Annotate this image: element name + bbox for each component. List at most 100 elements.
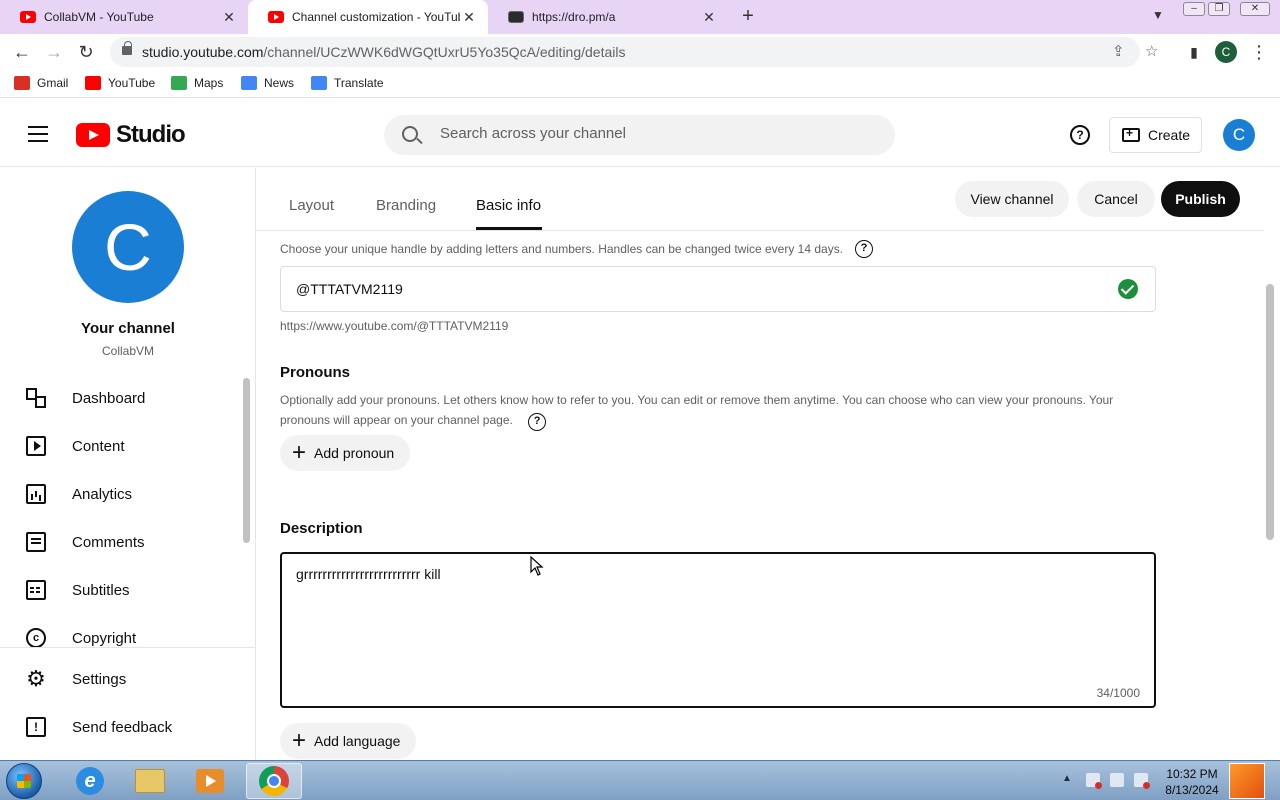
bookmark-maps[interactable]: Maps (171, 76, 223, 90)
tab-search-chevron-icon[interactable]: ▼ (1152, 8, 1164, 22)
minimize-window-button[interactable]: – (1183, 2, 1205, 16)
add-language-button[interactable]: + Add language (280, 723, 417, 759)
sidebar-item-copyright[interactable]: c Copyright (0, 616, 240, 660)
close-icon[interactable]: ✕ (700, 9, 718, 26)
mouse-pointer-icon (530, 556, 544, 576)
bookmark-youtube[interactable]: YouTube (85, 76, 155, 90)
search-input[interactable] (440, 125, 860, 142)
create-label: Create (1148, 127, 1191, 143)
share-icon[interactable]: ⇪ (1112, 42, 1125, 60)
help-circle-icon[interactable]: ? (855, 240, 874, 258)
action-center-flag-icon[interactable] (1086, 773, 1102, 789)
tab-basic-info[interactable]: Basic info (476, 197, 541, 214)
handle-input[interactable] (296, 281, 1076, 297)
help-icon[interactable]: ? (1070, 125, 1090, 145)
search-icon[interactable] (402, 126, 418, 142)
start-button[interactable] (6, 763, 42, 799)
bookmark-news[interactable]: News (241, 76, 294, 90)
handle-hint: Choose your unique handle by adding lett… (280, 240, 874, 258)
add-pronoun-button[interactable]: + Add pronoun (280, 435, 411, 471)
pronouns-title: Pronouns (280, 364, 350, 381)
show-desktop-button[interactable] (1229, 763, 1265, 799)
show-hidden-icons-chevron-icon[interactable]: ▲ (1062, 773, 1072, 784)
plus-icon: + (292, 439, 307, 466)
view-channel-button[interactable]: View channel (955, 181, 1069, 217)
close-icon[interactable]: ✕ (460, 9, 478, 26)
add-pronoun-label: Add pronoun (314, 445, 395, 461)
sidebar-scrollbar[interactable] (243, 378, 250, 543)
url-path: /channel/UCzWWK6dWGQtUxrU5Yo35QcA/editin… (263, 44, 626, 60)
create-button[interactable]: Create (1109, 117, 1202, 153)
tab-layout[interactable]: Layout (289, 197, 334, 214)
address-url: studio.youtube.com/channel/UCzWWK6dWGQtU… (142, 44, 625, 60)
logo-text: Studio (116, 121, 186, 148)
bookmark-gmail[interactable]: Gmail (14, 76, 68, 90)
taskbar-internet-explorer[interactable]: e (62, 763, 118, 799)
create-video-icon (1122, 126, 1140, 142)
reload-icon[interactable]: ↻ (74, 40, 98, 64)
check-circle-icon (1118, 279, 1138, 299)
sidebar-item-label: Copyright (72, 629, 137, 647)
sidebar: C Your channel CollabVM Dashboard Conten… (0, 168, 256, 760)
bookmark-star-icon[interactable]: ☆ (1145, 42, 1158, 60)
side-panel-icon[interactable]: ▮ (1182, 40, 1206, 64)
tab-title: CollabVM - YouTube (44, 10, 154, 24)
volume-muted-icon[interactable] (1134, 773, 1150, 789)
sidebar-item-label: Settings (72, 670, 127, 688)
profile-avatar[interactable]: C (1215, 41, 1237, 63)
tab-channel-customization[interactable]: Channel customization - YouTube Studio ✕ (248, 0, 488, 34)
tab-collabvm[interactable]: CollabVM - YouTube ✕ (0, 0, 248, 34)
restore-window-button[interactable]: ❐ (1208, 2, 1230, 16)
taskbar-media-player[interactable] (182, 763, 238, 799)
bookmark-label: Translate (334, 76, 384, 90)
account-avatar[interactable]: C (1223, 119, 1255, 151)
sidebar-item-send-feedback[interactable]: ! Send feedback (0, 705, 240, 749)
handle-hint-text: Choose your unique handle by adding lett… (280, 242, 844, 256)
sidebar-item-settings[interactable]: ⚙ Settings (0, 657, 240, 701)
hamburger-menu-icon[interactable] (28, 126, 48, 142)
active-tab-indicator (476, 227, 542, 230)
new-tab-button[interactable]: + (737, 5, 759, 28)
customization-tabs: Layout Branding Basic info View channel … (256, 168, 1264, 231)
taskbar-clock[interactable]: 10:32 PM 8/13/2024 (1150, 766, 1234, 798)
help-circle-icon[interactable]: ? (528, 413, 547, 431)
tab-branding[interactable]: Branding (376, 197, 436, 214)
menu-kebab-icon[interactable]: ⋮ (1247, 40, 1271, 64)
translate-icon (311, 76, 327, 90)
sidebar-item-content[interactable]: Content (0, 424, 240, 468)
bookmarks-bar: Gmail YouTube Maps News Translate (0, 70, 1280, 98)
lock-icon (122, 41, 132, 55)
copyright-icon: c (26, 628, 46, 648)
channel-search (384, 115, 895, 155)
sidebar-item-analytics[interactable]: Analytics (0, 472, 240, 516)
browser-tab-strip: CollabVM - YouTube ✕ Channel customizati… (0, 0, 1280, 34)
channel-avatar[interactable]: C (72, 191, 184, 303)
clock-date: 8/13/2024 (1165, 783, 1219, 797)
main-scrollbar[interactable] (1266, 284, 1274, 540)
sidebar-item-dashboard[interactable]: Dashboard (0, 376, 240, 420)
bookmark-translate[interactable]: Translate (311, 76, 384, 90)
studio-logo[interactable]: Studio (76, 121, 186, 149)
cancel-button[interactable]: Cancel (1077, 181, 1155, 217)
clock-time: 10:32 PM (1166, 767, 1218, 781)
network-icon[interactable] (1110, 773, 1124, 787)
tab-dro-pm[interactable]: https://dro.pm/a ✕ (488, 0, 728, 34)
youtube-favicon-icon (268, 11, 284, 23)
taskbar-file-explorer[interactable] (122, 763, 178, 799)
browser-toolbar: ← → ↻ studio.youtube.com/channel/UCzWWK6… (0, 34, 1280, 70)
tab-title: https://dro.pm/a (532, 10, 616, 24)
forward-arrow-icon[interactable]: → (42, 40, 66, 64)
channel-name: CollabVM (101, 344, 155, 358)
plus-icon: + (292, 727, 307, 754)
bookmark-label: Maps (194, 76, 224, 90)
char-counter: 34/1000 (1096, 686, 1140, 700)
taskbar-chrome[interactable] (246, 763, 302, 799)
publish-button[interactable]: Publish (1161, 181, 1240, 217)
description-textarea[interactable]: grrrrrrrrrrrrrrrrrrrrrrrrr kill (296, 566, 1136, 676)
sidebar-item-comments[interactable]: Comments (0, 520, 240, 564)
address-bar[interactable]: studio.youtube.com/channel/UCzWWK6dWGQtU… (110, 37, 1158, 67)
close-window-button[interactable]: ✕ (1240, 2, 1270, 16)
close-icon[interactable]: ✕ (220, 9, 238, 26)
sidebar-item-subtitles[interactable]: Subtitles (0, 568, 240, 612)
back-arrow-icon[interactable]: ← (10, 40, 34, 64)
